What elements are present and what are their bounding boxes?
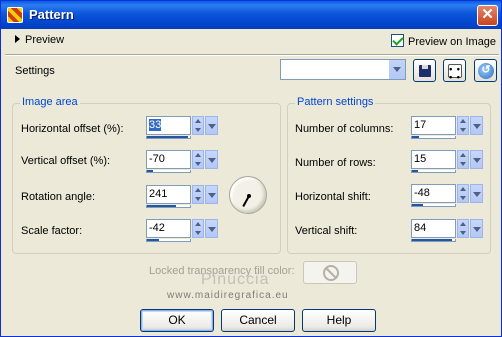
preset-select[interactable] xyxy=(280,59,406,80)
preview-toggle-label: Preview xyxy=(25,34,65,46)
rotation-angle-label: Rotation angle: xyxy=(21,191,95,203)
randomize-button[interactable]: • • • • xyxy=(443,59,466,82)
dice-icon: • • • • xyxy=(448,64,462,82)
spin-arrows-icon[interactable] xyxy=(457,150,469,169)
spin-arrows-icon[interactable] xyxy=(192,185,204,204)
vertical-offset-stepper[interactable]: -70 xyxy=(146,150,219,174)
preview-on-image-label: Preview on Image xyxy=(408,36,497,48)
number-of-rows-input[interactable]: 15 xyxy=(411,150,456,169)
pattern-settings-title: Pattern settings xyxy=(295,96,376,108)
watermark-name: Pinuccia xyxy=(201,271,270,288)
title-bar[interactable]: Pattern ✕ xyxy=(1,1,501,29)
cancel-button[interactable]: Cancel xyxy=(221,309,295,332)
scale-factor-slider[interactable] xyxy=(146,239,191,242)
reset-icon: ↺ xyxy=(478,63,494,79)
number-of-rows-slider[interactable] xyxy=(411,170,456,173)
vertical-offset-slider[interactable] xyxy=(146,170,191,173)
preview-on-image-checkbox[interactable] xyxy=(391,34,404,47)
settings-label: Settings xyxy=(15,65,55,77)
horizontal-offset-input[interactable]: 33 xyxy=(146,116,191,135)
vertical-shift-slider[interactable] xyxy=(411,239,456,242)
vertical-shift-input[interactable]: 84 xyxy=(411,219,456,238)
horizontal-offset-slider[interactable] xyxy=(146,136,191,139)
spin-arrows-icon[interactable] xyxy=(457,184,469,203)
rotation-angle-slider[interactable] xyxy=(146,205,191,208)
spin-arrows-icon[interactable] xyxy=(192,116,204,135)
floppy-disk-icon xyxy=(419,65,431,77)
number-of-rows-stepper[interactable]: 15 xyxy=(411,150,484,174)
number-of-columns-input[interactable]: 17 xyxy=(411,116,456,135)
rotation-angle-stepper[interactable]: 241 xyxy=(146,185,219,209)
image-area-title: Image area xyxy=(20,96,80,108)
help-button[interactable]: Help xyxy=(302,309,376,332)
spin-arrows-icon[interactable] xyxy=(192,219,204,238)
number-of-columns-stepper[interactable]: 17 xyxy=(411,116,484,140)
ok-button[interactable]: OK xyxy=(140,309,214,332)
horizontal-shift-slider[interactable] xyxy=(411,204,456,207)
chevron-down-icon[interactable] xyxy=(388,60,405,79)
preview-toggle[interactable]: Preview xyxy=(15,34,64,46)
close-button[interactable]: ✕ xyxy=(477,5,498,26)
vertical-shift-stepper[interactable]: 84 xyxy=(411,219,484,243)
no-color-icon xyxy=(323,265,339,281)
dial-needle-icon xyxy=(242,194,251,207)
vertical-offset-input[interactable]: -70 xyxy=(146,150,191,169)
triangle-right-icon xyxy=(15,35,20,43)
rotation-dial[interactable] xyxy=(229,176,267,214)
chevron-down-icon[interactable] xyxy=(205,150,218,169)
horizontal-shift-label: Horizontal shift: xyxy=(295,191,371,203)
spin-arrows-icon[interactable] xyxy=(192,150,204,169)
scale-factor-stepper[interactable]: -42 xyxy=(146,219,219,243)
watermark-site: www.maidiregrafica.eu xyxy=(167,290,289,301)
horizontal-offset-label: Horizontal offset (%): xyxy=(21,123,124,135)
save-preset-button[interactable] xyxy=(413,59,436,82)
chevron-down-icon[interactable] xyxy=(205,116,218,135)
pattern-app-icon xyxy=(7,7,23,23)
scale-factor-input[interactable]: -42 xyxy=(146,219,191,238)
number-of-columns-slider[interactable] xyxy=(411,136,456,139)
chevron-down-icon[interactable] xyxy=(470,219,483,238)
pattern-dialog: Pattern ✕ Preview Preview on Image Setti… xyxy=(0,0,502,337)
chevron-down-icon[interactable] xyxy=(470,116,483,135)
scale-factor-label: Scale factor: xyxy=(21,225,83,237)
number-of-rows-label: Number of rows: xyxy=(295,157,376,169)
chevron-down-icon[interactable] xyxy=(205,219,218,238)
transparency-color-button xyxy=(303,261,357,284)
divider xyxy=(5,54,499,56)
vertical-offset-label: Vertical offset (%): xyxy=(21,155,111,167)
rotation-angle-input[interactable]: 241 xyxy=(146,185,191,204)
reset-button[interactable]: ↺ xyxy=(474,59,497,82)
number-of-columns-label: Number of columns: xyxy=(295,123,394,135)
preview-on-image-option[interactable]: Preview on Image xyxy=(391,34,496,48)
spin-arrows-icon[interactable] xyxy=(457,116,469,135)
horizontal-shift-stepper[interactable]: -48 xyxy=(411,184,484,208)
horizontal-shift-input[interactable]: -48 xyxy=(411,184,456,203)
horizontal-offset-stepper[interactable]: 33 xyxy=(146,116,219,140)
chevron-down-icon[interactable] xyxy=(205,185,218,204)
spin-arrows-icon[interactable] xyxy=(457,219,469,238)
window-title: Pattern xyxy=(29,7,74,22)
chevron-down-icon[interactable] xyxy=(470,184,483,203)
vertical-shift-label: Vertical shift: xyxy=(295,225,358,237)
chevron-down-icon[interactable] xyxy=(470,150,483,169)
